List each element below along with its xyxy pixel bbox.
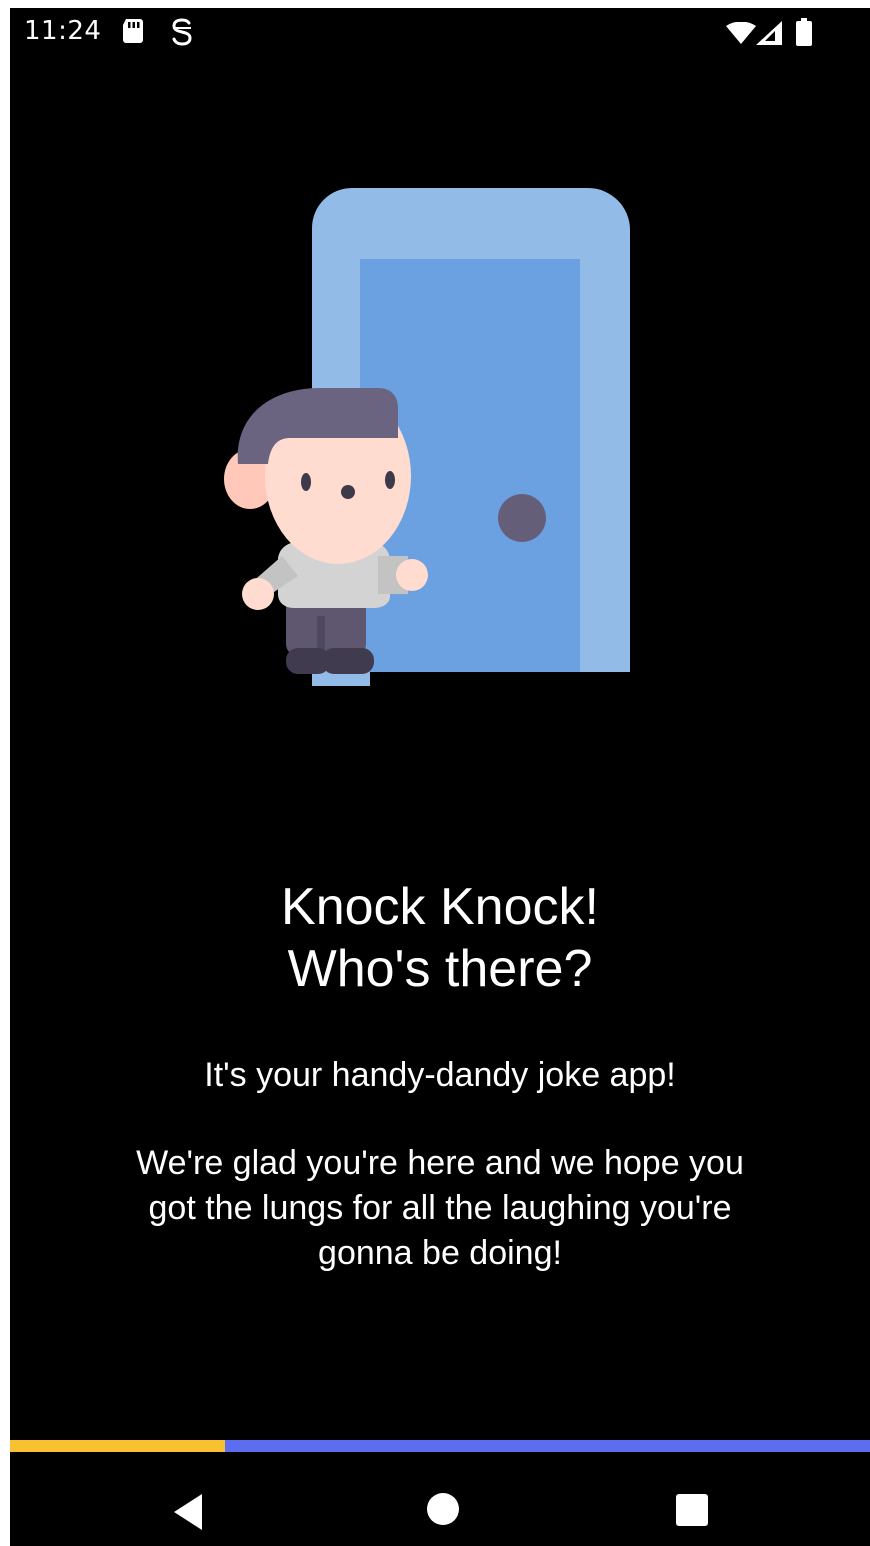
boy-at-door-illustration <box>210 186 640 690</box>
boy-eye-left <box>301 473 311 491</box>
s-app-icon <box>170 18 194 50</box>
status-time: 11:24 <box>24 16 102 46</box>
boy-mouth <box>341 485 355 499</box>
boy-eye-right <box>385 471 395 489</box>
boy-hand-left <box>242 578 274 610</box>
recents-icon[interactable] <box>674 1492 710 1532</box>
onboarding-subtitle: It's your handy-dandy joke app! <box>204 1056 676 1094</box>
battery-icon <box>796 18 812 50</box>
home-icon[interactable] <box>426 1492 460 1530</box>
back-icon[interactable] <box>170 1492 206 1536</box>
progress-fill <box>10 1440 225 1452</box>
system-nav-bar <box>10 1452 870 1546</box>
boy-shoe-right <box>322 648 374 674</box>
boy-hand-right <box>396 559 428 591</box>
headline-line-1: Knock Knock! <box>281 878 599 936</box>
onboarding-paragraph: We're glad you're here and we hope you g… <box>136 1144 744 1272</box>
onboarding-headline: Knock Knock! Who's there? <box>10 876 870 1000</box>
status-bar: 11:24 <box>10 8 870 56</box>
wifi-icon <box>726 21 756 48</box>
sd-card-icon <box>122 19 144 47</box>
door-knob <box>498 494 546 542</box>
app-screen: 11:24 Knock Knock! Who's there? It's you… <box>10 8 870 1546</box>
headline-line-2: Who's there? <box>287 940 593 998</box>
onboarding-progress-bar <box>10 1440 870 1452</box>
signal-icon <box>756 21 782 49</box>
